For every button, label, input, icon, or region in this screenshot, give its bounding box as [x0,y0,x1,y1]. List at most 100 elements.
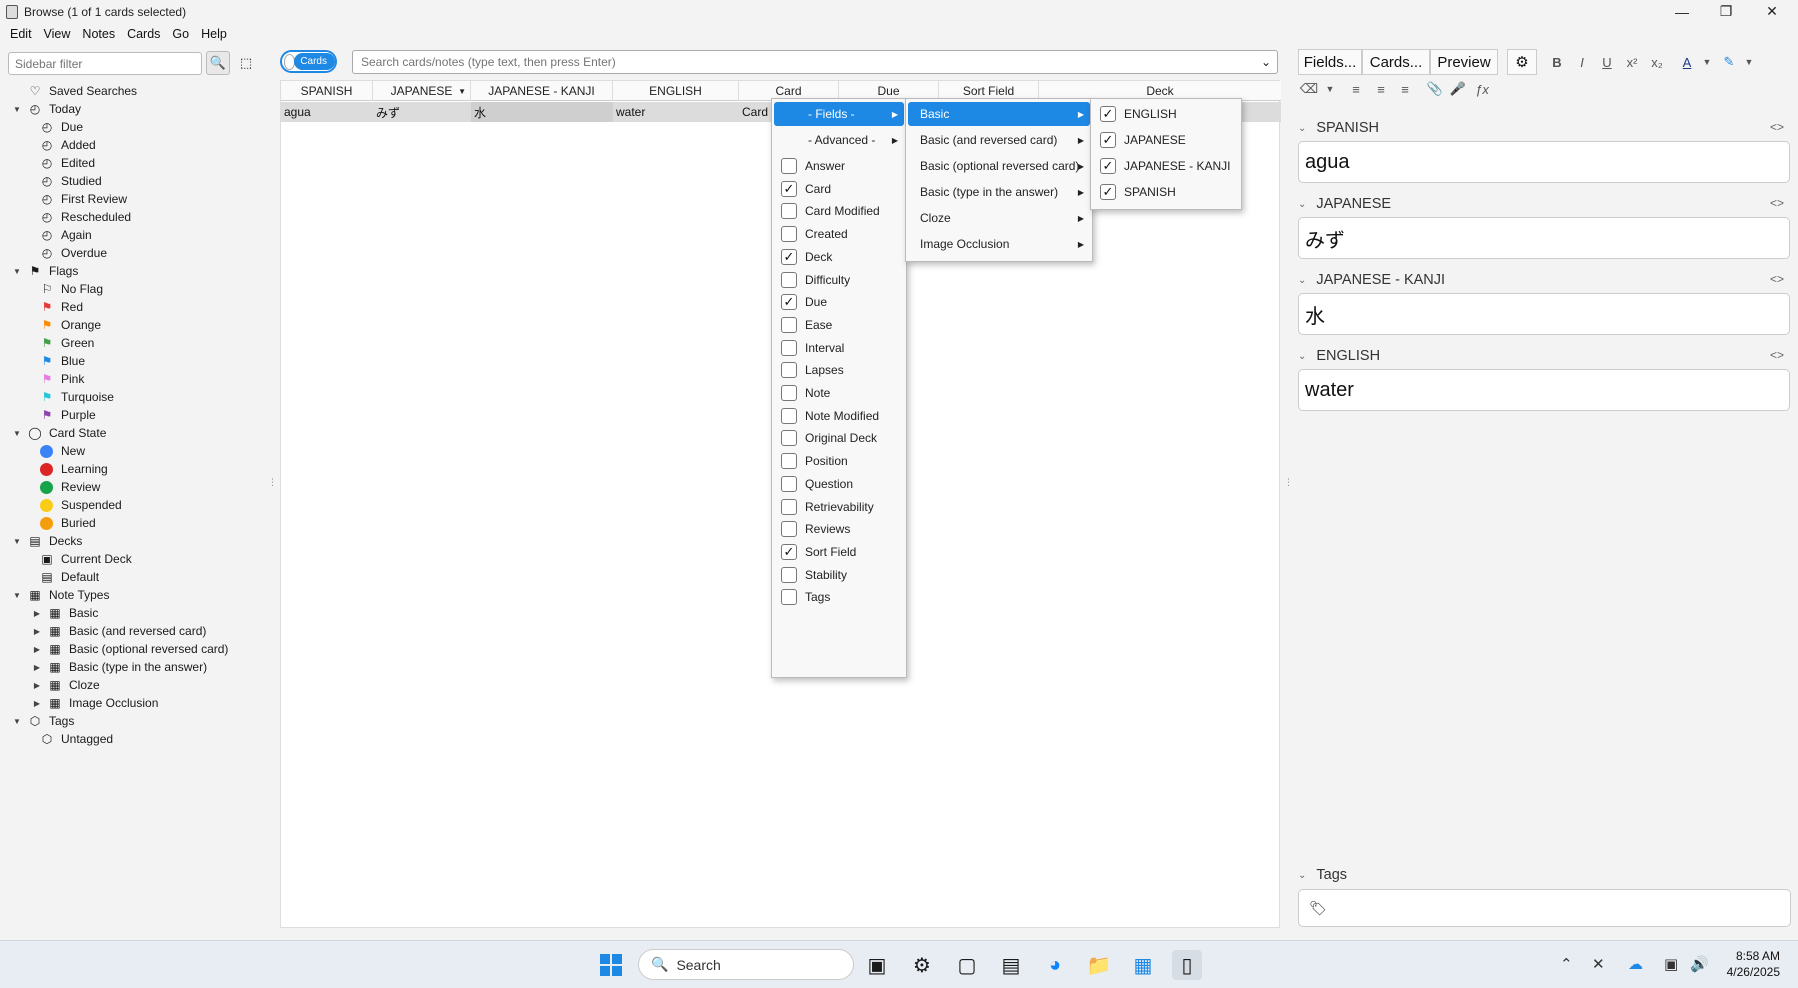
sidebar-item-flags[interactable]: ▼ ⚑ Flags [12,262,78,280]
checkbox[interactable] [781,453,797,470]
submenu-item-basic-and-reversed-card[interactable]: Basic (and reversed card) ▶ [908,128,1090,152]
menu-item-ease[interactable]: Ease [774,313,904,337]
field-label-japanese-kanji[interactable]: ⌄ JAPANESE - KANJI [1298,269,1445,291]
sidebar-item-card-state[interactable]: ▼ ◯ Card State [12,424,106,442]
menu-edit[interactable]: Edit [4,27,38,41]
volume-icon[interactable]: 🔊 [1690,955,1709,973]
checkbox[interactable] [781,430,797,447]
field-toggle-japanese-kanji[interactable]: ✓ JAPANESE - KANJI [1093,154,1239,178]
microphone-icon[interactable]: 🎤 [1447,78,1469,100]
italic-icon[interactable]: I [1571,51,1593,73]
checkbox[interactable] [781,566,797,583]
minimize-button[interactable]: — [1660,0,1704,23]
sidebar-item-studied[interactable]: ◴ Studied [40,172,102,190]
collapse-arrow-icon[interactable]: ▶ [32,663,42,672]
field-toggle-english[interactable]: ✓ ENGLISH [1093,102,1239,126]
sidebar-item-note-types[interactable]: ▼ ▦ Note Types [12,586,109,604]
menu-item-created[interactable]: Created [774,222,904,246]
menu-item-reviews[interactable]: Reviews [774,517,904,541]
checkbox-checked[interactable]: ✓ [1100,158,1116,174]
taskbar-clock[interactable]: 8:58 AM 4/26/2025 [1727,948,1780,980]
eraser-icon[interactable]: ⌫ [1298,78,1320,100]
menu-item-card-modified[interactable]: Card Modified [774,199,904,223]
field-input-japanese[interactable]: みず [1298,217,1790,259]
column-header-japanese-kanji[interactable]: JAPANESE - KANJI [471,81,613,101]
sidebar-item-today[interactable]: ▼ ◴ Today [12,100,81,118]
cards-notes-toggle[interactable]: Cards [280,50,337,73]
chevron-up-icon[interactable]: ⌃ [1560,955,1573,973]
sidebar-item-image-occlusion[interactable]: ▶ ▦ Image Occlusion [32,694,158,712]
menu-item-answer[interactable]: Answer [774,154,904,178]
submenu-item-cloze[interactable]: Cloze ▶ [908,206,1090,230]
sidebar-item-tags[interactable]: ▼ ⬡ Tags [12,712,74,730]
sidebar-select-button[interactable]: ⬚ [234,51,258,75]
sidebar-item-basic-optional-reversed-card[interactable]: ▶ ▦ Basic (optional reversed card) [32,640,228,658]
subscript-icon[interactable]: x₂ [1646,51,1668,73]
cards-button[interactable]: Cards... [1362,49,1430,75]
sidebar-item-cloze[interactable]: ▶ ▦ Cloze [32,676,100,694]
sidebar-item-pink[interactable]: ⚑ Pink [40,370,85,388]
menu-item-difficulty[interactable]: Difficulty [774,268,904,292]
sidebar-item-review[interactable]: Review [40,478,100,496]
collapse-arrow-icon[interactable]: ▶ [32,681,42,690]
tray-icon[interactable]: ✕ [1592,955,1605,973]
field-toggle-japanese[interactable]: ✓ JAPANESE [1093,128,1239,152]
collapse-arrow-icon[interactable]: ▶ [32,627,42,636]
search-history-dropdown[interactable]: ⌄ [1254,50,1278,74]
submenu-item-basic-type-in-the-answer[interactable]: Basic (type in the answer) ▶ [908,180,1090,204]
column-header-english[interactable]: ENGLISH [613,81,739,101]
checkbox[interactable] [781,362,797,379]
sidebar-search-button[interactable]: 🔍 [206,51,230,75]
bold-icon[interactable]: B [1546,51,1568,73]
task-view-icon[interactable]: ▣ [862,950,892,980]
app-icon[interactable]: ▢ [952,950,982,980]
ordered-list-icon[interactable]: ≡ [1370,78,1392,100]
checkbox[interactable] [781,589,797,606]
checkbox[interactable] [781,498,797,515]
network-icon[interactable]: ▣ [1664,955,1678,973]
checkbox-checked[interactable]: ✓ [781,294,797,311]
store-app-icon[interactable]: ▦ [1128,950,1158,980]
field-input-spanish[interactable]: agua [1298,141,1790,183]
sidebar-item-again[interactable]: ◴ Again [40,226,92,244]
sidebar-item-blue[interactable]: ⚑ Blue [40,352,85,370]
collapse-arrow-icon[interactable]: ▶ [32,699,42,708]
sidebar-item-decks[interactable]: ▼ ▤ Decks [12,532,82,550]
sidebar-item-default[interactable]: ▤ Default [40,568,99,586]
maximize-button[interactable]: ❐ [1704,0,1748,23]
text-color-icon[interactable]: A [1676,51,1698,73]
column-header-japanese[interactable]: JAPANESE ▼ [373,81,471,101]
menu-item-sort-field[interactable]: ✓ Sort Field [774,540,904,564]
field-toggle-spanish[interactable]: ✓ SPANISH [1093,180,1239,204]
underline-icon[interactable]: U [1596,51,1618,73]
onedrive-icon[interactable]: ☁ [1628,955,1643,973]
column-header-spanish[interactable]: SPANISH [281,81,373,101]
file-explorer-icon[interactable]: 📁 [1084,950,1114,980]
checkbox[interactable] [781,385,797,401]
menu-item-question[interactable]: Question [774,472,904,496]
menu-item-position[interactable]: Position [774,449,904,473]
sidebar-item-first-review[interactable]: ◴ First Review [40,190,127,208]
close-button[interactable]: ✕ [1750,0,1794,23]
submenu-item-image-occlusion[interactable]: Image Occlusion ▶ [908,232,1090,256]
field-input-japanese-kanji[interactable]: 水 [1298,293,1790,335]
field-input-english[interactable]: water [1298,369,1790,411]
checkbox[interactable] [781,339,797,356]
checkbox-checked[interactable]: ✓ [781,248,797,265]
checkbox-checked[interactable]: ✓ [1100,184,1116,200]
function-icon[interactable]: ƒx [1471,78,1493,100]
submenu-item-basic-optional-reversed-card[interactable]: Basic (optional reversed card) ▶ [908,154,1090,178]
sidebar-item-current-deck[interactable]: ▣ Current Deck [40,550,131,568]
expand-arrow-icon[interactable]: ▼ [12,591,22,600]
field-label-japanese[interactable]: ⌄ JAPANESE [1298,193,1391,215]
checkbox[interactable] [781,158,797,174]
attachment-icon[interactable]: 📎 [1424,78,1446,100]
menu-item-deck[interactable]: ✓ Deck [774,245,904,269]
search-input[interactable] [352,50,1278,74]
html-editor-toggle-icon[interactable]: <> [1770,120,1784,134]
edge-browser-icon[interactable]: ◕ [1040,950,1070,980]
checkbox-checked[interactable]: ✓ [1100,106,1116,122]
menu-item-card[interactable]: ✓ Card [774,177,904,201]
checkbox[interactable] [781,475,797,492]
collapse-arrow-icon[interactable]: ▶ [32,609,42,618]
